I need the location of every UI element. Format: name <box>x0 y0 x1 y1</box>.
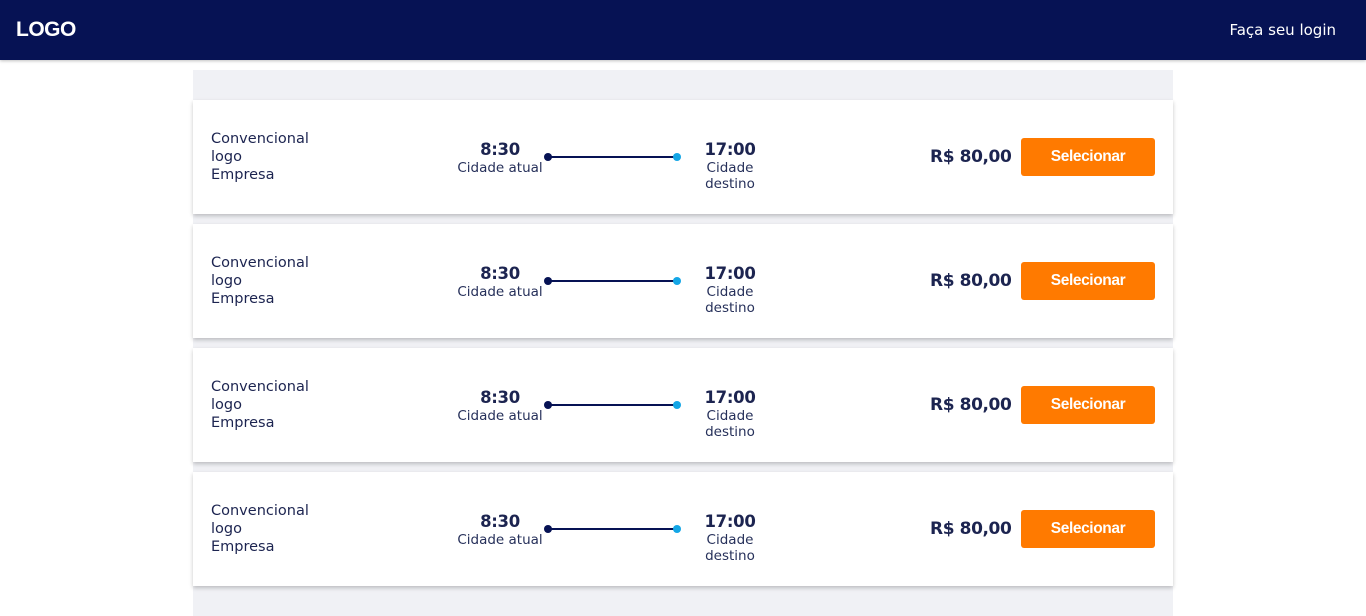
company-logo: logo <box>211 397 242 413</box>
arrival-info: 17:00 Cidade destino <box>681 264 779 316</box>
departure-time: 8:30 <box>480 388 520 407</box>
company-info: Convencional logo Empresa <box>211 130 309 184</box>
trip-results-list: Convencional logo Empresa 8:30 Cidade at… <box>193 70 1173 616</box>
arrival-city: Cidade destino <box>705 408 755 440</box>
route-line <box>548 404 676 406</box>
arrival-time: 17:00 <box>704 512 756 531</box>
bus-class: Convencional <box>211 131 309 147</box>
trip-price: R$ 80,00 <box>930 147 1012 167</box>
company-logo: logo <box>211 273 242 289</box>
departure-city: Cidade atual <box>457 532 543 548</box>
departure-city: Cidade atual <box>457 284 543 300</box>
company-logo: logo <box>211 521 242 537</box>
company-name: Empresa <box>211 415 275 431</box>
arrival-city: Cidade destino <box>705 532 755 564</box>
route-line <box>548 156 676 158</box>
departure-time: 8:30 <box>480 264 520 283</box>
departure-city: Cidade atual <box>457 160 543 176</box>
company-info: Convencional logo Empresa <box>211 502 309 556</box>
arrival-time: 17:00 <box>704 264 756 283</box>
select-button[interactable]: Selecionar <box>1021 386 1155 424</box>
trip-card: Convencional logo Empresa 8:30 Cidade at… <box>193 348 1173 462</box>
top-navbar: LOGO Faça seu login <box>0 0 1366 60</box>
departure-info: 8:30 Cidade atual <box>454 388 546 424</box>
bus-class: Convencional <box>211 255 309 271</box>
arrival-city: Cidade destino <box>705 284 755 316</box>
route-end-dot <box>673 153 681 161</box>
select-button[interactable]: Selecionar <box>1021 510 1155 548</box>
company-name: Empresa <box>211 167 275 183</box>
route-start-dot <box>544 277 552 285</box>
site-logo[interactable]: LOGO <box>16 18 76 42</box>
route-start-dot <box>544 153 552 161</box>
company-info: Convencional logo Empresa <box>211 254 309 308</box>
departure-time: 8:30 <box>480 512 520 531</box>
company-logo: logo <box>211 149 242 165</box>
route-end-dot <box>673 525 681 533</box>
route-end-dot <box>673 401 681 409</box>
trip-card: Convencional logo Empresa 8:30 Cidade at… <box>193 472 1173 586</box>
route-end-dot <box>673 277 681 285</box>
trip-price: R$ 80,00 <box>930 519 1012 539</box>
departure-city: Cidade atual <box>457 408 543 424</box>
arrival-info: 17:00 Cidade destino <box>681 388 779 440</box>
route-start-dot <box>544 525 552 533</box>
route-line <box>548 528 676 530</box>
arrival-info: 17:00 Cidade destino <box>681 512 779 564</box>
company-name: Empresa <box>211 539 275 555</box>
bus-class: Convencional <box>211 503 309 519</box>
arrival-city: Cidade destino <box>705 160 755 192</box>
departure-info: 8:30 Cidade atual <box>454 140 546 176</box>
bus-class: Convencional <box>211 379 309 395</box>
select-button[interactable]: Selecionar <box>1021 138 1155 176</box>
departure-time: 8:30 <box>480 140 520 159</box>
company-info: Convencional logo Empresa <box>211 378 309 432</box>
login-link[interactable]: Faça seu login <box>1229 21 1336 39</box>
select-button[interactable]: Selecionar <box>1021 262 1155 300</box>
route-start-dot <box>544 401 552 409</box>
arrival-info: 17:00 Cidade destino <box>681 140 779 192</box>
company-name: Empresa <box>211 291 275 307</box>
arrival-time: 17:00 <box>704 140 756 159</box>
departure-info: 8:30 Cidade atual <box>454 264 546 300</box>
departure-info: 8:30 Cidade atual <box>454 512 546 548</box>
arrival-time: 17:00 <box>704 388 756 407</box>
route-line <box>548 280 676 282</box>
trip-price: R$ 80,00 <box>930 271 1012 291</box>
trip-card: Convencional logo Empresa 8:30 Cidade at… <box>193 224 1173 338</box>
trip-card: Convencional logo Empresa 8:30 Cidade at… <box>193 100 1173 214</box>
trip-price: R$ 80,00 <box>930 395 1012 415</box>
